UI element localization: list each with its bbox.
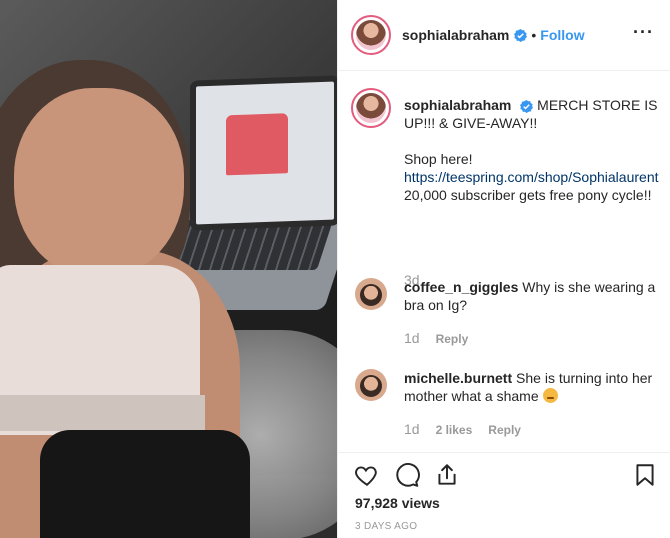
comment-text: michelle.burnett She is turning into her…: [404, 369, 666, 405]
comments-section[interactable]: sophialabraham MERCH STORE IS UP!!! & GI…: [338, 72, 670, 452]
comment-icon[interactable]: [394, 462, 420, 488]
commenter-avatar[interactable]: [355, 369, 387, 401]
caption-line-3: 20,000 subscriber gets free pony cycle!!: [404, 187, 652, 203]
view-count[interactable]: 97,928 views: [355, 495, 440, 511]
post-actions: 97,928 views 3 DAYS AGO: [338, 452, 670, 538]
top-band: [0, 395, 205, 431]
caption-link[interactable]: https://teespring.com/shop/Sophialaurent: [404, 169, 659, 185]
author-username[interactable]: sophialabraham: [402, 27, 509, 43]
person-pants: [40, 430, 250, 538]
post-date[interactable]: 3 DAYS AGO: [355, 521, 417, 532]
more-options-icon[interactable]: ···: [633, 22, 654, 43]
verified-badge-icon: [520, 99, 534, 113]
commenter-avatar[interactable]: [355, 278, 387, 310]
separator-dot: •: [531, 27, 537, 43]
reply-button[interactable]: Reply: [436, 332, 469, 346]
author-avatar[interactable]: [351, 15, 391, 55]
angry-face-emoji-icon: [542, 388, 558, 403]
caption-username[interactable]: sophialabraham: [404, 97, 511, 113]
post-side-panel: sophialabraham • Follow ··· sophialabrah…: [337, 0, 670, 538]
instagram-post: sophialabraham • Follow ··· sophialabrah…: [0, 0, 670, 538]
follow-button[interactable]: Follow: [540, 27, 584, 43]
verified-badge-icon: [514, 28, 528, 42]
comment-meta: 1d Reply: [404, 330, 468, 346]
caption-text: sophialabraham MERCH STORE IS UP!!! & GI…: [404, 96, 666, 204]
comment-timestamp[interactable]: 1d: [404, 330, 420, 346]
shirt-image: [226, 113, 288, 176]
laptop-screen: [190, 75, 337, 231]
commenter-username[interactable]: michelle.burnett: [404, 370, 512, 386]
comment-timestamp[interactable]: 1d: [404, 421, 420, 437]
comment-text: coffee_n_giggles Why is she wearing a br…: [404, 278, 666, 314]
caption-avatar[interactable]: [351, 88, 391, 128]
post-header: sophialabraham • Follow ···: [338, 0, 670, 71]
comment-likes[interactable]: 2 likes: [436, 423, 473, 437]
reply-button[interactable]: Reply: [488, 423, 521, 437]
commenter-username[interactable]: coffee_n_giggles: [404, 279, 518, 295]
comment-meta: 1d 2 likes Reply: [404, 421, 521, 437]
caption-line-2: Shop here!: [404, 151, 473, 167]
bookmark-icon[interactable]: [632, 462, 658, 488]
post-video[interactable]: [0, 0, 337, 538]
heart-icon[interactable]: [354, 462, 380, 488]
share-icon[interactable]: [434, 462, 460, 488]
person-face: [14, 88, 184, 278]
